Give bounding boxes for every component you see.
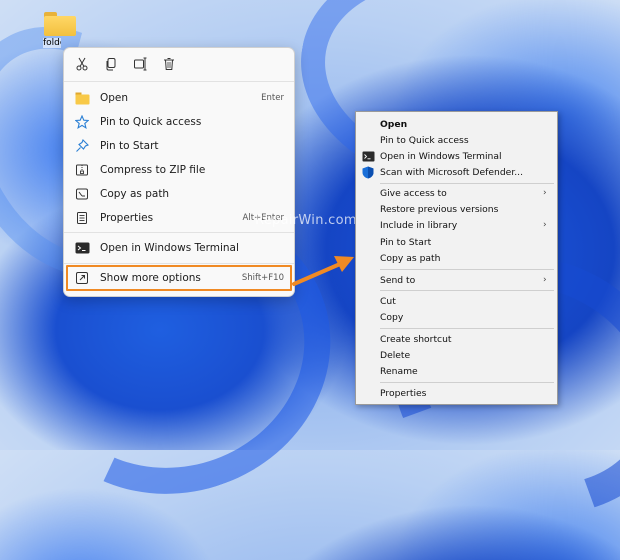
menu-separator bbox=[380, 328, 554, 329]
classic-item-copy-path[interactable]: Copy as path bbox=[356, 250, 557, 266]
modern-item-compress-zip[interactable]: Compress to ZIP file bbox=[68, 159, 290, 181]
modern-item-pin-quick-access[interactable]: Pin to Quick access bbox=[68, 111, 290, 133]
star-icon bbox=[74, 114, 90, 130]
classic-item-send-to[interactable]: Send to › bbox=[356, 272, 557, 288]
terminal-icon bbox=[74, 240, 90, 256]
watermark: RepairWin.com bbox=[255, 213, 357, 228]
quick-action-bar bbox=[64, 48, 294, 80]
classic-item-include-library[interactable]: Include in library › bbox=[356, 217, 557, 233]
pin-icon bbox=[74, 138, 90, 154]
menu-separator bbox=[380, 183, 554, 184]
classic-item-restore-versions[interactable]: Restore previous versions bbox=[356, 201, 557, 217]
menu-separator bbox=[380, 382, 554, 383]
classic-item-create-shortcut[interactable]: Create shortcut bbox=[356, 331, 557, 347]
modern-item-copy-path[interactable]: Copy as path bbox=[68, 183, 290, 205]
desktop-folder-label: folder bbox=[43, 38, 61, 48]
zip-icon bbox=[74, 162, 90, 178]
classic-item-rename[interactable]: Rename bbox=[356, 363, 557, 379]
delete-icon[interactable] bbox=[159, 54, 179, 74]
menu-separator bbox=[380, 290, 554, 291]
classic-item-pin-quick-access[interactable]: Pin to Quick access bbox=[356, 132, 557, 148]
submenu-arrow-icon: › bbox=[543, 220, 547, 230]
classic-item-properties[interactable]: Properties bbox=[356, 385, 557, 401]
menu-separator bbox=[64, 263, 294, 264]
classic-context-menu: Open Pin to Quick access Open in Windows… bbox=[355, 111, 558, 405]
cut-icon[interactable] bbox=[72, 54, 92, 74]
modern-item-open-terminal[interactable]: Open in Windows Terminal bbox=[68, 237, 290, 259]
modern-context-menu: Open Enter Pin to Quick access Pin to St… bbox=[63, 47, 295, 297]
copy-icon[interactable] bbox=[101, 54, 121, 74]
classic-item-pin-start[interactable]: Pin to Start bbox=[356, 234, 557, 250]
classic-item-delete[interactable]: Delete bbox=[356, 347, 557, 363]
folder-icon bbox=[74, 90, 90, 106]
desktop-folder[interactable]: folder bbox=[40, 12, 80, 48]
classic-item-give-access[interactable]: Give access to › bbox=[356, 185, 557, 201]
modern-item-open[interactable]: Open Enter bbox=[68, 87, 290, 109]
classic-item-open-terminal[interactable]: Open in Windows Terminal bbox=[356, 148, 557, 164]
defender-shield-icon bbox=[362, 166, 374, 178]
rename-icon[interactable] bbox=[130, 54, 150, 74]
submenu-arrow-icon: › bbox=[543, 188, 547, 198]
path-icon bbox=[74, 186, 90, 202]
classic-item-copy[interactable]: Copy bbox=[356, 309, 557, 325]
modern-item-pin-start[interactable]: Pin to Start bbox=[68, 135, 290, 157]
menu-separator bbox=[64, 232, 294, 233]
classic-item-open[interactable]: Open bbox=[356, 116, 557, 132]
folder-icon bbox=[44, 12, 76, 36]
menu-separator bbox=[64, 81, 294, 82]
orange-arrow-icon bbox=[292, 256, 354, 286]
terminal-icon bbox=[362, 151, 374, 161]
classic-item-scan-defender[interactable]: Scan with Microsoft Defender... bbox=[356, 164, 557, 180]
properties-icon bbox=[74, 210, 90, 226]
submenu-arrow-icon: › bbox=[543, 275, 547, 285]
menu-separator bbox=[380, 269, 554, 270]
show-more-options-highlight bbox=[66, 265, 292, 291]
classic-item-cut[interactable]: Cut bbox=[356, 293, 557, 309]
